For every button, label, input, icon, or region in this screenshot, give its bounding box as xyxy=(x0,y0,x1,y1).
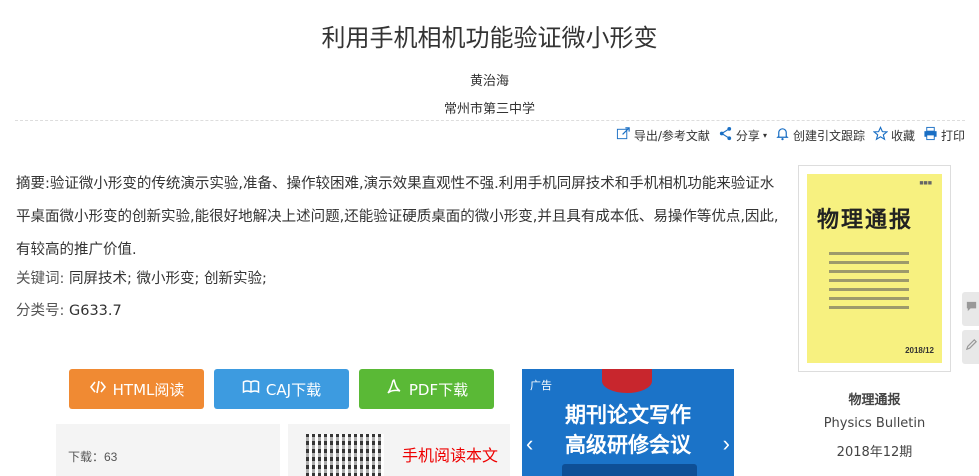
ad-headline: 期刊论文写作 xyxy=(565,403,691,427)
abstract: 摘要:验证微小形变的传统演示实验,准备、操作较困难,演示效果直观性不强.利用手机… xyxy=(16,168,781,267)
cover-toc xyxy=(829,252,909,315)
code-icon xyxy=(89,378,107,400)
bell-icon xyxy=(775,126,790,144)
chevron-down-icon: ▾ xyxy=(762,130,767,140)
favorite-label: 收藏 xyxy=(890,128,915,143)
caj-download-label: CAJ下载 xyxy=(265,380,322,399)
share-button[interactable]: 分享 ▾ xyxy=(718,126,767,144)
journal-cover[interactable]: ■■■ 物理通报 2018/12 xyxy=(798,165,951,372)
emblem-icon xyxy=(602,369,652,393)
comment-tab[interactable] xyxy=(962,292,979,326)
journal-name-en[interactable]: Physics Bulletin xyxy=(798,416,951,431)
mobile-read-label[interactable]: 手机阅读本文 xyxy=(402,442,498,466)
author-name[interactable]: 黄治海 xyxy=(0,70,979,89)
print-label: 打印 xyxy=(940,128,965,143)
pdf-download-button[interactable]: PDF下载 xyxy=(359,369,494,409)
printer-icon xyxy=(923,126,938,144)
star-icon xyxy=(872,126,889,144)
download-count: 下载：63 xyxy=(68,450,118,464)
abstract-label: 摘要: xyxy=(16,176,50,192)
keyword-link[interactable]: 创新实验; xyxy=(204,271,267,287)
citation-alert-button[interactable]: 创建引文跟踪 xyxy=(775,126,865,144)
export-label: 导出/参考文献 xyxy=(633,128,710,143)
author-organization[interactable]: 常州市第三中学 xyxy=(0,98,979,117)
export-button[interactable]: 导出/参考文献 xyxy=(616,126,710,144)
comment-icon xyxy=(965,300,978,318)
pdf-download-label: PDF下载 xyxy=(408,380,469,399)
cover-tag: ■■■ xyxy=(919,180,932,187)
classification-value: G633.7 xyxy=(69,303,122,319)
book-icon xyxy=(242,378,260,400)
html-read-button[interactable]: HTML阅读 xyxy=(69,369,204,409)
pdf-icon xyxy=(385,378,403,400)
ad-next-arrow-icon[interactable]: › xyxy=(723,431,730,457)
keywords-label: 关键词: xyxy=(16,271,65,287)
cover-date: 2018/12 xyxy=(905,346,934,355)
ad-footer-bar xyxy=(562,464,697,476)
classification-row: 分类号: G633.7 xyxy=(16,299,122,320)
journal-issue[interactable]: 2018年12期 xyxy=(798,441,951,460)
article-title: 利用手机相机功能验证微小形变 xyxy=(321,24,658,52)
mobile-read-box[interactable]: 手机阅读本文 xyxy=(288,424,510,476)
ad-prev-arrow-icon[interactable]: ‹ xyxy=(526,431,533,457)
edit-tab[interactable] xyxy=(962,330,979,364)
citation-alert-label: 创建引文跟踪 xyxy=(792,128,865,143)
share-label: 分享 xyxy=(735,128,760,143)
export-icon xyxy=(616,126,631,144)
abstract-text: 验证微小形变的传统演示实验,准备、操作较困难,演示效果直观性不强.利用手机同屏技… xyxy=(16,176,779,258)
share-icon xyxy=(718,126,733,144)
pencil-icon xyxy=(965,338,978,356)
ad-tag: 广告 xyxy=(530,379,552,392)
cover-title: 物理通报 xyxy=(817,207,914,233)
favorite-button[interactable]: 收藏 xyxy=(872,126,915,144)
caj-download-button[interactable]: CAJ下载 xyxy=(214,369,349,409)
keywords-row: 关键词: 同屏技术; 微小形变; 创新实验; xyxy=(16,267,267,288)
keyword-link[interactable]: 同屏技术; xyxy=(69,271,132,287)
advertisement-banner[interactable]: 广告 期刊论文写作 高级研修会议 ‹ › xyxy=(522,369,734,476)
keyword-link[interactable]: 微小形变; xyxy=(137,271,200,287)
html-read-label: HTML阅读 xyxy=(112,380,185,399)
cover-image: ■■■ 物理通报 2018/12 xyxy=(807,174,942,363)
download-count-box: 下载：63 xyxy=(56,424,280,476)
ad-subheadline: 高级研修会议 xyxy=(565,433,691,457)
classification-label: 分类号: xyxy=(16,303,65,319)
print-button[interactable]: 打印 xyxy=(923,126,965,144)
journal-name[interactable]: 物理通报 xyxy=(798,389,951,408)
article-toolbar: 导出/参考文献 分享 ▾ 创建引文跟踪 收藏 打印 xyxy=(616,126,965,144)
divider xyxy=(15,120,965,121)
